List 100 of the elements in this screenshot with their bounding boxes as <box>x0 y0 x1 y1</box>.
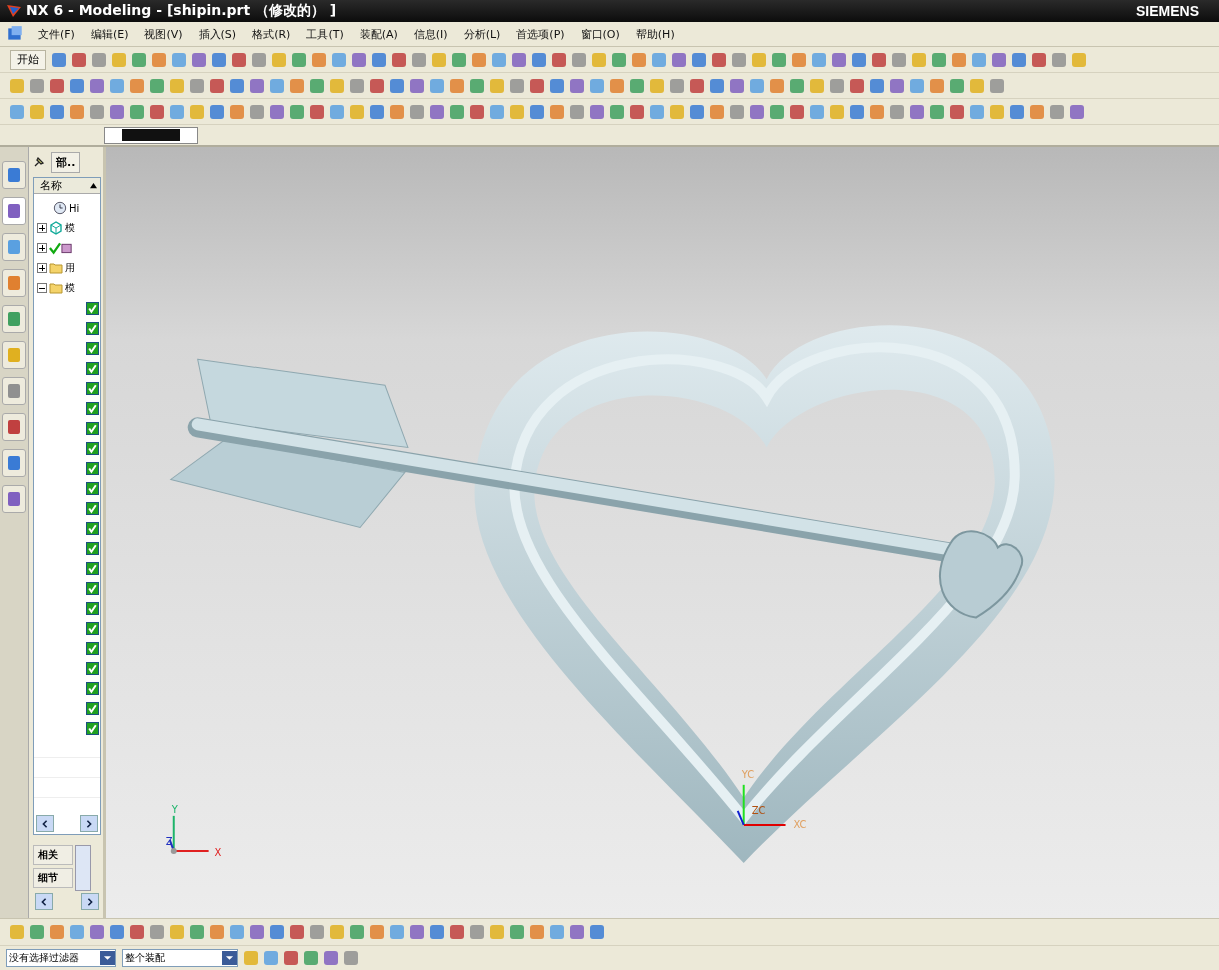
menu-item[interactable]: 编辑(E) <box>86 24 141 44</box>
toolbar-icon[interactable] <box>890 78 904 93</box>
toolbar-icon[interactable] <box>450 78 464 93</box>
toolbar-icon[interactable] <box>810 78 824 93</box>
menu-item[interactable]: 视图(V) <box>140 24 195 44</box>
toolbar-icon[interactable] <box>150 925 164 939</box>
toolbar-icon[interactable] <box>1012 52 1026 67</box>
checkbox[interactable] <box>86 661 99 675</box>
checkbox[interactable] <box>86 501 99 515</box>
resource-tab[interactable] <box>2 161 26 189</box>
app-menu-icon[interactable] <box>6 25 24 43</box>
toolbar-icon[interactable] <box>832 52 846 67</box>
toolbar-icon[interactable] <box>830 78 844 93</box>
toolbar-icon[interactable] <box>132 52 146 67</box>
toolbar-icon[interactable] <box>392 52 406 67</box>
checkbox[interactable] <box>86 321 99 335</box>
toolbar-icon[interactable] <box>330 78 344 93</box>
toolbar-icon[interactable] <box>430 925 444 939</box>
toolbar-icon[interactable] <box>712 52 726 67</box>
toolbar-icon[interactable] <box>810 104 824 119</box>
toolbar-icon[interactable] <box>870 78 884 93</box>
toolbar-icon[interactable] <box>952 52 966 67</box>
toolbar-icon[interactable] <box>450 925 464 939</box>
toolbar-icon[interactable] <box>130 925 144 939</box>
menu-item[interactable]: 装配(A) <box>355 24 410 44</box>
toolbar-icon[interactable] <box>1070 104 1084 119</box>
toolbar-icon[interactable] <box>770 78 784 93</box>
toolbar-icon[interactable] <box>10 104 24 119</box>
toolbar-icon[interactable] <box>490 104 504 119</box>
toolbar-icon[interactable] <box>710 104 724 119</box>
toolbar-icon[interactable] <box>652 52 666 67</box>
expander-icon[interactable] <box>37 283 47 293</box>
toolbar-icon[interactable] <box>972 52 986 67</box>
menu-item[interactable]: 格式(R) <box>248 24 303 44</box>
toolbar-icon[interactable] <box>690 78 704 93</box>
toolbar-icon[interactable] <box>530 104 544 119</box>
toolbar-icon[interactable] <box>232 52 246 67</box>
toolbar-icon[interactable] <box>310 78 324 93</box>
toolbar-icon[interactable] <box>70 78 84 93</box>
toolbar-icon[interactable] <box>90 925 104 939</box>
toolbar-icon[interactable] <box>310 104 324 119</box>
toolbar-icon[interactable] <box>630 78 644 93</box>
toolbar-icon[interactable] <box>50 78 64 93</box>
menu-item[interactable]: 帮助(H) <box>631 24 687 44</box>
toolbar-icon[interactable] <box>570 925 584 939</box>
tree-item[interactable]: 用 <box>34 258 100 278</box>
toolbar-icon[interactable] <box>330 104 344 119</box>
toolbar-icon[interactable] <box>152 52 166 67</box>
toolbar-icon[interactable] <box>850 104 864 119</box>
toolbar-icon[interactable] <box>910 78 924 93</box>
toolbar-icon[interactable] <box>290 925 304 939</box>
toolbar-icon[interactable] <box>610 78 624 93</box>
toolbar-icon[interactable] <box>510 925 524 939</box>
toolbar-icon[interactable] <box>304 951 318 965</box>
resource-tab[interactable] <box>2 485 26 513</box>
toolbar-icon[interactable] <box>530 78 544 93</box>
toolbar-icon[interactable] <box>752 52 766 67</box>
menu-item[interactable]: 插入(S) <box>194 24 249 44</box>
toolbar-icon[interactable] <box>590 78 604 93</box>
scroll-right-button[interactable] <box>81 893 99 910</box>
toolbar-icon[interactable] <box>512 52 526 67</box>
toolbar-icon[interactable] <box>732 52 746 67</box>
toolbar-icon[interactable] <box>90 104 104 119</box>
start-button[interactable]: 开始 <box>10 49 46 70</box>
toolbar-icon[interactable] <box>930 78 944 93</box>
toolbar-icon[interactable] <box>370 78 384 93</box>
toolbar-icon[interactable] <box>470 78 484 93</box>
checkbox[interactable] <box>86 441 99 455</box>
toolbar-icon[interactable] <box>932 52 946 67</box>
toolbar-icon[interactable] <box>150 104 164 119</box>
resource-tab[interactable] <box>2 413 26 441</box>
toolbar-icon[interactable] <box>412 52 426 67</box>
resource-tab[interactable] <box>2 377 26 405</box>
toolbar-icon[interactable] <box>990 78 1004 93</box>
toolbar-icon[interactable] <box>510 104 524 119</box>
checkbox[interactable] <box>86 561 99 575</box>
toolbar-icon[interactable] <box>710 78 724 93</box>
checkbox[interactable] <box>86 341 99 355</box>
toolbar-icon[interactable] <box>650 78 664 93</box>
toolbar-icon[interactable] <box>990 104 1004 119</box>
toolbar-icon[interactable] <box>570 78 584 93</box>
toolbar-icon[interactable] <box>950 104 964 119</box>
toolbar-icon[interactable] <box>410 104 424 119</box>
resource-tab[interactable] <box>2 233 26 261</box>
toolbar-icon[interactable] <box>730 104 744 119</box>
toolbar-icon[interactable] <box>750 78 764 93</box>
toolbar-icon[interactable] <box>110 104 124 119</box>
toolbar-icon[interactable] <box>970 104 984 119</box>
expander-icon[interactable] <box>37 263 47 273</box>
toolbar-icon[interactable] <box>10 78 24 93</box>
toolbar-icon[interactable] <box>292 52 306 67</box>
toolbar-icon[interactable] <box>690 104 704 119</box>
toolbar-icon[interactable] <box>590 925 604 939</box>
toolbar-icon[interactable] <box>130 78 144 93</box>
toolbar-icon[interactable] <box>190 78 204 93</box>
toolbar-icon[interactable] <box>30 925 44 939</box>
menu-item[interactable]: 首选项(P) <box>512 24 577 44</box>
toolbar-icon[interactable] <box>670 78 684 93</box>
vertical-scrollbar[interactable] <box>75 845 91 891</box>
dropdown-button[interactable] <box>222 951 237 965</box>
